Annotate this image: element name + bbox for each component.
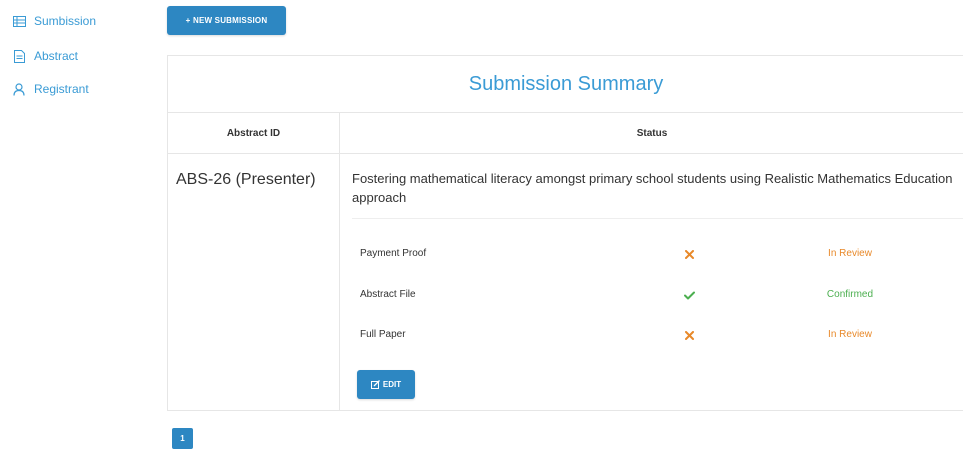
abstract-id: ABS-26 (Presenter) (176, 171, 316, 188)
list-icon (12, 14, 26, 28)
edit-icon (370, 380, 380, 389)
abstract-title: Fostering mathematical literacy amongst … (352, 171, 953, 205)
divider (339, 113, 340, 411)
sidebar: Sumbission Abstract Registrant (0, 0, 150, 453)
document-label: Full Paper (360, 329, 406, 340)
divider (352, 218, 963, 219)
document-label: Abstract File (360, 289, 416, 300)
column-header-status: Status (636, 127, 668, 139)
sidebar-item-label: Sumbission (34, 14, 97, 28)
sidebar-item-label: Registrant (34, 82, 89, 96)
status-badge: Confirmed (826, 289, 874, 300)
document-icon (12, 49, 26, 63)
document-label: Payment Proof (360, 248, 427, 259)
sidebar-item-abstract[interactable]: Abstract (12, 47, 78, 65)
submission-summary-card: Submission Summary Abstract ID Status AB… (167, 55, 963, 411)
document-row-payment-proof: Payment Proof In Review (360, 245, 963, 263)
cross-icon (682, 326, 696, 344)
pagination-page-1[interactable]: 1 (172, 428, 193, 449)
edit-button[interactable]: EDIT (357, 370, 415, 399)
sidebar-item-submission[interactable]: Sumbission (12, 12, 96, 30)
document-row-full-paper: Full Paper In Review (360, 326, 963, 344)
status-badge: In Review (828, 329, 872, 340)
divider (168, 153, 963, 154)
column-header-abstract-id: Abstract ID (226, 127, 281, 139)
sidebar-item-registrant[interactable]: Registrant (12, 80, 89, 98)
check-icon (682, 286, 696, 304)
status-badge: In Review (828, 248, 872, 259)
cross-icon (682, 245, 696, 263)
page-title: Submission Summary (168, 56, 963, 113)
edit-button-label: EDIT (382, 380, 402, 389)
user-icon (12, 82, 26, 96)
sidebar-item-label: Abstract (34, 49, 79, 63)
new-submission-button[interactable]: + NEW SUBMISSION (167, 6, 286, 35)
document-row-abstract-file: Abstract File Confirmed (360, 286, 963, 304)
